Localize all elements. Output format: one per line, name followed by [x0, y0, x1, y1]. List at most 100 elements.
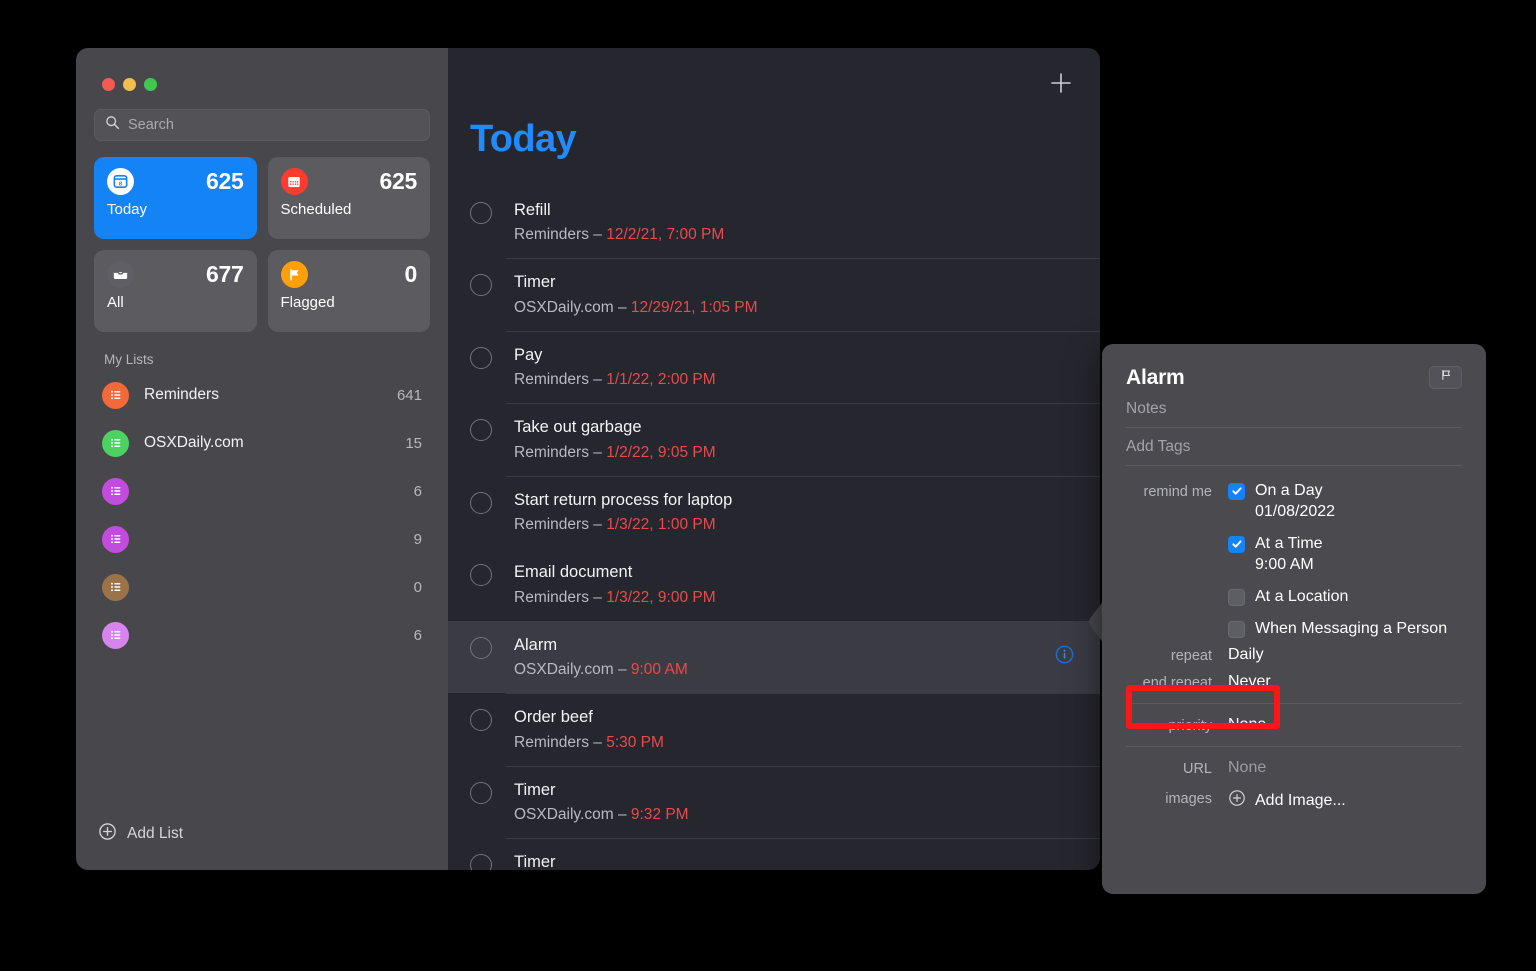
reminder-row[interactable]: Timer OSXDaily.com – 12/29/21, 1:05 PM — [448, 258, 1100, 330]
list-item[interactable]: 0 — [76, 563, 448, 611]
at-a-location-checkbox[interactable] — [1228, 588, 1245, 606]
at-a-time-option[interactable]: At a Time — [1228, 535, 1447, 553]
reminder-row[interactable]: Refill Reminders – 12/2/21, 7:00 PM — [448, 186, 1100, 258]
reminder-row[interactable]: Take out garbage Reminders – 1/2/22, 9:0… — [448, 403, 1100, 475]
smart-lists-grid: 8 625 Today 625 Scheduled 677 All 0 Flag… — [76, 141, 448, 332]
reminder-title: Timer — [514, 273, 556, 292]
reminder-due: 9:00 AM — [630, 661, 688, 679]
images-label: images — [1165, 791, 1212, 807]
notes-field[interactable]: Notes — [1126, 390, 1462, 428]
reminder-due: 1/3/22, 9:00 PM — [606, 588, 716, 606]
images-row: images Add Image... — [1126, 789, 1462, 812]
reminder-checkbox[interactable] — [470, 564, 492, 587]
list-item[interactable]: Reminders 641 — [76, 371, 448, 419]
flag-toggle-button[interactable] — [1429, 366, 1462, 389]
smart-list-flagged[interactable]: 0 Flagged — [267, 250, 430, 332]
search-input[interactable] — [128, 117, 419, 133]
at-a-time-label: At a Time — [1255, 535, 1323, 552]
list-bullet-icon — [102, 381, 129, 409]
repeat-value[interactable]: Daily — [1228, 646, 1264, 664]
reminder-due: 9:32 PM — [630, 805, 689, 823]
priority-label: priority — [1168, 718, 1212, 734]
add-image-button[interactable]: Add Image... — [1228, 789, 1346, 812]
reminder-row[interactable]: Pay Reminders – 1/1/22, 2:00 PM — [448, 330, 1100, 403]
repeat-label: repeat — [1170, 648, 1212, 664]
list-item[interactable]: OSXDaily.com 15 — [76, 419, 448, 467]
list-item[interactable]: 9 — [76, 515, 448, 563]
smart-list-label: Today — [107, 201, 148, 218]
list-bullet-icon — [102, 429, 129, 457]
reminder-subtitle: Reminders – 1/3/22, 9:00 PM — [514, 589, 716, 607]
reminder-checkbox[interactable] — [470, 491, 492, 514]
divider — [1126, 703, 1462, 704]
reminder-row[interactable]: Timer OSXDaily.com – 9:37 PM — [448, 837, 1100, 870]
smart-list-today[interactable]: 8 625 Today — [94, 157, 257, 239]
reminder-checkbox[interactable] — [470, 202, 492, 224]
list-item[interactable]: 6 — [76, 467, 448, 515]
reminder-dash: – — [593, 371, 602, 389]
at-a-time-value[interactable]: 9:00 AM — [1255, 556, 1447, 574]
plus-circle-icon — [1228, 789, 1246, 812]
reminder-title: Order beef — [514, 708, 593, 727]
reminder-row[interactable]: Timer OSXDaily.com – 9:32 PM — [448, 765, 1100, 838]
end-repeat-row[interactable]: end repeat Never — [1126, 673, 1462, 691]
smart-list-count: 625 — [206, 168, 244, 194]
add-reminder-icon[interactable] — [1048, 70, 1074, 96]
my-lists-header: My Lists — [104, 352, 154, 367]
minimize-button[interactable] — [123, 78, 136, 91]
search-field[interactable] — [94, 109, 430, 141]
on-a-day-checkbox[interactable] — [1228, 482, 1245, 500]
tags-field[interactable]: Add Tags — [1126, 428, 1462, 466]
page-title: Today — [470, 118, 577, 160]
when-messaging-label: When Messaging a Person — [1255, 620, 1448, 637]
reminder-row[interactable]: Order beef Reminders – 5:30 PM — [448, 693, 1100, 765]
popover-title: Alarm — [1126, 366, 1185, 389]
list-item[interactable]: 6 — [76, 611, 448, 659]
when-messaging-checkbox[interactable] — [1228, 620, 1245, 638]
calendar-day-icon: 8 — [107, 168, 134, 195]
on-a-day-label: On a Day — [1255, 482, 1323, 499]
add-list-button[interactable]: Add List — [76, 822, 448, 870]
url-value[interactable]: None — [1228, 759, 1266, 777]
reminder-subtitle: Reminders – 12/2/21, 7:00 PM — [514, 226, 724, 244]
reminder-row[interactable]: Email document Reminders – 1/3/22, 9:00 … — [448, 548, 1100, 620]
at-a-location-option[interactable]: At a Location — [1228, 588, 1447, 606]
calendar-icon — [280, 168, 308, 195]
reminder-checkbox[interactable] — [470, 636, 492, 659]
main-pane: Today Refill Reminders – 12/2/21, 7:00 P… — [448, 48, 1100, 870]
smart-list-scheduled[interactable]: 625 Scheduled — [267, 157, 430, 239]
search-container — [76, 91, 448, 141]
url-label: URL — [1182, 761, 1212, 777]
reminder-due: 1/1/22, 2:00 PM — [606, 371, 716, 389]
reminder-checkbox[interactable] — [470, 853, 492, 870]
search-icon — [105, 115, 120, 135]
on-a-day-value[interactable]: 01/08/2022 — [1255, 503, 1447, 521]
flag-icon — [280, 261, 308, 288]
at-a-time-checkbox[interactable] — [1228, 535, 1245, 553]
reminder-checkbox[interactable] — [470, 419, 492, 442]
close-button[interactable] — [102, 78, 115, 91]
reminder-checkbox[interactable] — [470, 709, 492, 732]
remind-me-label: remind me — [1143, 484, 1213, 500]
reminder-checkbox[interactable] — [470, 781, 492, 804]
reminder-checkbox[interactable] — [470, 274, 492, 297]
info-icon[interactable] — [1055, 645, 1074, 664]
zoom-button[interactable] — [144, 78, 157, 91]
on-a-day-option[interactable]: On a Day — [1228, 482, 1447, 500]
repeat-row[interactable]: repeat Daily — [1126, 646, 1462, 664]
list-item-count: 9 — [413, 530, 422, 548]
reminder-subtitle: Reminders – 1/1/22, 2:00 PM — [514, 371, 716, 389]
smart-list-all[interactable]: 677 All — [94, 250, 257, 332]
url-row[interactable]: URL None — [1126, 759, 1462, 777]
add-image-label: Add Image... — [1255, 791, 1346, 809]
flag-icon — [1439, 368, 1453, 387]
reminder-row-alarm[interactable]: Alarm OSXDaily.com – 9:00 AM — [448, 620, 1100, 694]
end-repeat-value[interactable]: Never — [1228, 673, 1271, 691]
reminder-due: 1/3/22, 1:00 PM — [606, 516, 716, 534]
priority-row[interactable]: priority None — [1126, 716, 1462, 734]
reminder-row[interactable]: Start return process for laptop Reminder… — [448, 475, 1100, 548]
when-messaging-option[interactable]: When Messaging a Person — [1228, 620, 1447, 638]
reminder-checkbox[interactable] — [470, 346, 492, 369]
priority-value[interactable]: None — [1228, 716, 1266, 734]
reminder-due: 12/2/21, 7:00 PM — [606, 226, 725, 244]
